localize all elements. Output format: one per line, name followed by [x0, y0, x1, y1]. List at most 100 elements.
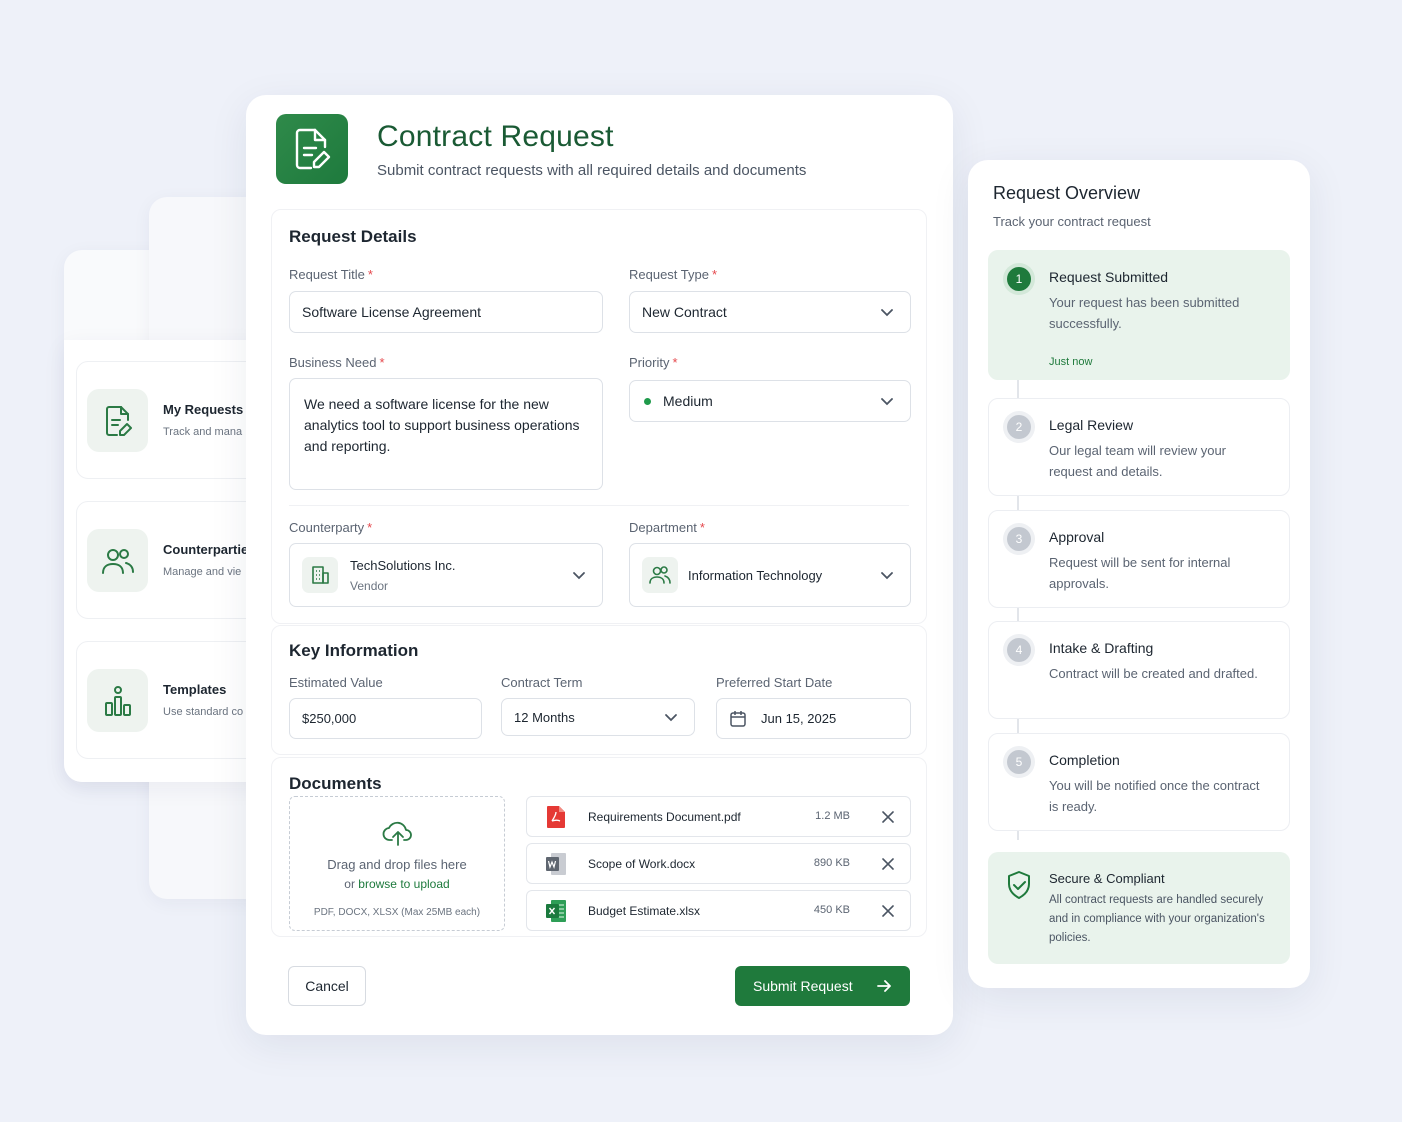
file-size: 1.2 MB: [815, 810, 850, 822]
side-nav-subtitle: Use standard co: [163, 706, 244, 718]
contract-request-card: Contract Request Submit contract request…: [246, 95, 953, 1035]
templates-icon: [87, 669, 148, 732]
step-description: Request will be sent for internal approv…: [1049, 555, 1231, 591]
request-type-label: Request Type *: [629, 267, 718, 282]
request-details-section: Request Details Request Title * Software …: [271, 209, 927, 624]
side-nav-title: My Requests: [163, 402, 244, 417]
side-nav-subtitle: Track and mana: [163, 426, 243, 438]
step-number: 1: [1007, 267, 1031, 291]
contract-term-label: Contract Term: [501, 675, 583, 690]
request-type-select[interactable]: New Contract: [629, 291, 911, 333]
file-size: 450 KB: [813, 904, 850, 916]
step-title: Request Submitted: [1049, 269, 1169, 285]
remove-file-icon[interactable]: [880, 809, 896, 825]
submit-request-button[interactable]: Submit Request: [735, 966, 910, 1006]
remove-file-icon[interactable]: [880, 903, 896, 919]
step-title: Approval: [1049, 529, 1105, 545]
dropzone-or: or browse to upload: [344, 877, 450, 891]
step-description: You will be notified once the contract i…: [1049, 778, 1260, 814]
step-number: 4: [1007, 638, 1031, 662]
page-title: Contract Request: [377, 120, 614, 153]
step-title: Legal Review: [1049, 417, 1134, 433]
word-file-icon: [546, 853, 566, 875]
file-row: Budget Estimate.xlsx 450 KB: [526, 890, 911, 931]
department-select[interactable]: Information Technology: [629, 543, 911, 607]
dropzone-hint: PDF, DOCX, XLSX (Max 25MB each): [313, 907, 481, 918]
timeline-step: 1 Request Submitted Your request has bee…: [988, 250, 1290, 380]
counterparty-label: Counterparty *: [289, 520, 373, 535]
timeline-step: 3 Approval Request will be sent for inte…: [988, 510, 1290, 608]
file-dropzone[interactable]: Drag and drop files here or browse to up…: [289, 796, 505, 931]
start-date-picker[interactable]: Jun 15, 2025: [716, 698, 911, 739]
browse-link[interactable]: browse to upload: [358, 877, 449, 891]
timeline-step: 5 Completion You will be notified once t…: [988, 733, 1290, 831]
file-name: Requirements Document.pdf: [588, 810, 741, 824]
side-nav-title: Templates: [163, 682, 227, 697]
secure-compliant-notice: Secure & Compliant All contract requests…: [988, 852, 1290, 964]
shield-check-icon: [1008, 871, 1030, 899]
arrow-right-icon: [877, 980, 891, 992]
submit-label: Submit Request: [753, 978, 853, 994]
priority-label: Priority *: [629, 355, 678, 370]
timeline-step: 4 Intake & Drafting Contract will be cre…: [988, 621, 1290, 719]
cloud-upload-icon: [382, 821, 412, 846]
estimated-value-input[interactable]: $250,000: [289, 698, 482, 739]
department-label: Department *: [629, 520, 705, 535]
priority-select[interactable]: Medium: [629, 380, 911, 422]
counterparty-type: Vendor: [350, 578, 389, 593]
request-title-input[interactable]: Software License Agreement: [289, 291, 603, 333]
step-title: Intake & Drafting: [1049, 640, 1154, 656]
overview-title: Request Overview: [993, 183, 1141, 203]
cancel-button[interactable]: Cancel: [288, 966, 366, 1006]
request-title-label: Request Title *: [289, 267, 373, 282]
section-title: Request Details: [289, 227, 417, 246]
priority-dot: [644, 397, 651, 405]
file-row: Scope of Work.docx 890 KB: [526, 843, 911, 884]
document-edit-icon: [87, 389, 148, 452]
step-description: Our legal team will review your request …: [1049, 443, 1227, 479]
step-description: Contract will be created and drafted.: [1049, 666, 1258, 681]
building-icon: [302, 557, 338, 593]
step-number: 2: [1007, 415, 1031, 439]
section-title: Key Information: [289, 641, 419, 660]
secure-description: All contract requests are handled secure…: [1049, 894, 1265, 944]
start-date-label: Preferred Start Date: [716, 675, 833, 690]
step-description: Your request has been submitted successf…: [1049, 295, 1240, 331]
document-edit-icon: [276, 114, 348, 184]
side-nav-subtitle: Manage and vie: [163, 566, 242, 578]
remove-file-icon[interactable]: [880, 856, 896, 872]
business-need-label: Business Need *: [289, 355, 385, 370]
section-title: Documents: [289, 774, 382, 793]
chevron-down-icon: [665, 714, 677, 722]
file-row: Requirements Document.pdf 1.2 MB: [526, 796, 911, 837]
chevron-down-icon: [881, 572, 893, 580]
file-size: 890 KB: [813, 857, 850, 869]
app-canvas: My Requests Track and mana Counterpartie…: [0, 0, 1402, 1122]
page-subtitle: Submit contract requests with all requir…: [377, 162, 807, 179]
dropzone-text: Drag and drop files here: [327, 857, 467, 872]
pdf-file-icon: [547, 806, 565, 828]
counterparty-select[interactable]: TechSolutions Inc. Vendor: [289, 543, 603, 607]
calendar-icon: [730, 710, 746, 727]
estimated-value-label: Estimated Value: [289, 675, 383, 690]
overview-subtitle: Track your contract request: [993, 214, 1151, 229]
users-icon: [87, 529, 148, 592]
file-name: Budget Estimate.xlsx: [588, 904, 701, 918]
excel-file-icon: [546, 900, 566, 922]
contract-term-select[interactable]: 12 Months: [501, 698, 695, 736]
business-need-textarea[interactable]: We need a software license for the new a…: [289, 378, 603, 490]
documents-section: Documents Drag and drop files here or br…: [271, 757, 927, 937]
file-name: Scope of Work.docx: [588, 857, 696, 871]
step-title: Completion: [1049, 752, 1120, 768]
counterparty-name: TechSolutions Inc.: [350, 557, 456, 573]
timeline-step: 2 Legal Review Our legal team will revie…: [988, 398, 1290, 496]
divider: [289, 505, 909, 506]
chevron-down-icon: [881, 398, 893, 406]
key-information-section: Key Information Estimated Value $250,000…: [271, 625, 927, 755]
secure-title: Secure & Compliant: [1049, 871, 1165, 886]
step-time: Just now: [1049, 356, 1093, 368]
step-number: 3: [1007, 527, 1031, 551]
users-icon: [642, 557, 678, 593]
chevron-down-icon: [881, 309, 893, 317]
request-overview-card: Request Overview Track your contract req…: [968, 160, 1310, 988]
